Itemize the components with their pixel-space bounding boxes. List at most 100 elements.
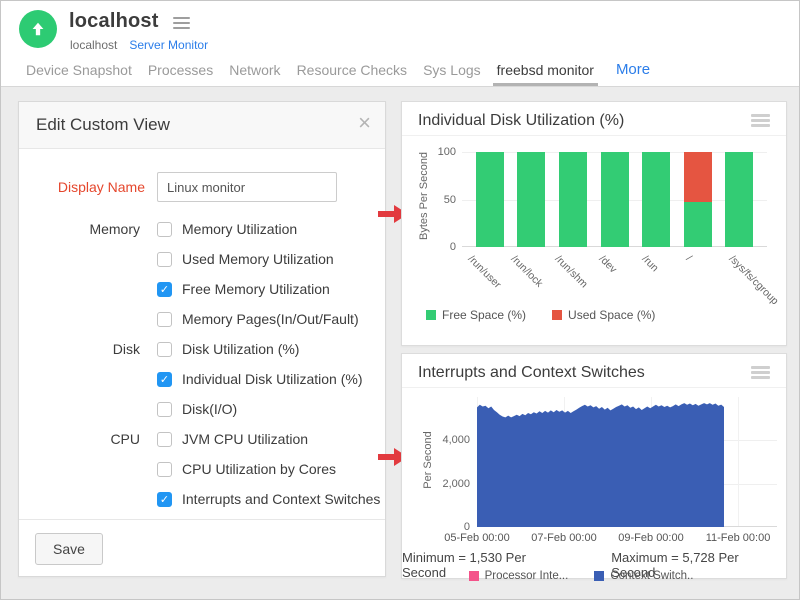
legend-item-processor-inte[interactable]: Processor Inte... <box>469 570 569 582</box>
option-row: ✓ Interrupts and Context Switches <box>19 484 385 514</box>
checkbox-jvm-cpu-utilization[interactable] <box>157 432 172 447</box>
disk-bar-plot <box>462 152 767 247</box>
checkbox-free-memory-utilization[interactable]: ✓ <box>157 282 172 297</box>
bar-run-lock[interactable] <box>517 152 545 247</box>
ytick-label: 100 <box>420 146 456 158</box>
option-label-disk-i-o: Disk(I/O) <box>182 401 237 417</box>
checkbox-interrupts-and-context-switches[interactable]: ✓ <box>157 492 172 507</box>
dialog-title: Edit Custom View <box>36 115 170 135</box>
breadcrumb-host: localhost <box>70 38 117 52</box>
free-space-segment <box>725 152 753 247</box>
free-space-segment <box>517 152 545 247</box>
monitor-status-badge <box>19 10 57 48</box>
option-row: DiskDisk Utilization (%) <box>19 334 385 364</box>
top-bar: localhost localhost Server Monitor Device… <box>1 1 799 87</box>
option-row: MemoryMemory Utilization <box>19 214 385 244</box>
breadcrumb-server-monitor-link[interactable]: Server Monitor <box>129 38 208 52</box>
display-name-input[interactable] <box>157 172 337 202</box>
xtick-label-11-feb-00-00: 11-Feb 00:00 <box>706 532 771 544</box>
disk-chart-title: Individual Disk Utilization (%) <box>418 112 624 130</box>
page-title: localhost <box>69 10 159 33</box>
legend-item-free-space[interactable]: Free Space (%) <box>426 308 526 322</box>
breadcrumb: localhost Server Monitor <box>70 38 208 52</box>
free-space-segment <box>601 152 629 247</box>
dialog-header: Edit Custom View × <box>19 102 385 149</box>
tab-processes[interactable]: Processes <box>140 56 221 86</box>
server-monitor-screen: localhost localhost Server Monitor Device… <box>0 0 800 600</box>
metric-option-groups: MemoryMemory Utilization Used Memory Util… <box>19 214 385 514</box>
legend-label: Context Switch.. <box>610 570 693 582</box>
xtick-label-05-feb-00-00: 05-Feb 00:00 <box>444 532 509 544</box>
xcat-label-run-user: /run/user <box>465 253 503 291</box>
option-label-interrupts-and-context-switches: Interrupts and Context Switches <box>182 491 380 507</box>
interrupts-chart-legend: Processor Inte... Context Switch.. <box>402 570 786 582</box>
tab-network[interactable]: Network <box>221 56 288 86</box>
group-label-cpu: CPU <box>19 431 157 447</box>
xcat-label-run-shm: /run/shm <box>552 253 589 290</box>
save-button[interactable]: Save <box>35 533 103 565</box>
chart-menu-icon[interactable] <box>751 366 770 381</box>
context-switches-area-series <box>477 397 777 527</box>
legend-item-context-switch[interactable]: Context Switch.. <box>594 570 693 582</box>
tab-more[interactable]: More <box>608 56 658 86</box>
legend-swatch <box>469 571 479 581</box>
legend-swatch <box>426 310 436 320</box>
close-icon[interactable]: × <box>358 112 371 134</box>
interrupts-area-plot <box>477 397 777 527</box>
checkbox-used-memory-utilization[interactable] <box>157 252 172 267</box>
interrupts-card-header: Interrupts and Context Switches <box>402 354 786 388</box>
option-row: ✓ Individual Disk Utilization (%) <box>19 364 385 394</box>
dialog-footer: Save <box>19 519 385 576</box>
free-space-segment <box>684 202 712 247</box>
tab-sys-logs[interactable]: Sys Logs <box>415 56 489 86</box>
free-space-segment <box>559 152 587 247</box>
legend-swatch <box>594 571 604 581</box>
display-name-row: Display Name <box>19 172 385 202</box>
edit-custom-view-dialog: Edit Custom View × Display Name MemoryMe… <box>18 101 386 577</box>
tab-freebsd-monitor[interactable]: freebsd monitor <box>489 56 602 86</box>
checkbox-memory-pages-in-out-fault[interactable] <box>157 312 172 327</box>
title-menu-icon[interactable] <box>173 17 190 32</box>
tab-resource-checks[interactable]: Resource Checks <box>289 56 416 86</box>
checkbox-individual-disk-utilization[interactable]: ✓ <box>157 372 172 387</box>
interrupts-card: Interrupts and Context Switches Per Seco… <box>401 353 787 579</box>
disk-card-header: Individual Disk Utilization (%) <box>402 102 786 136</box>
option-row: Used Memory Utilization <box>19 244 385 274</box>
option-row: Memory Pages(In/Out/Fault) <box>19 304 385 334</box>
legend-item-used-space[interactable]: Used Space (%) <box>552 308 655 322</box>
bar-[interactable] <box>684 152 712 247</box>
checkbox-memory-utilization[interactable] <box>157 222 172 237</box>
legend-label: Free Space (%) <box>442 308 526 322</box>
bar-sys-fs-cgroup[interactable] <box>725 152 753 247</box>
tab-bar: Device SnapshotProcessesNetworkResource … <box>18 56 658 86</box>
bar-series <box>462 152 767 247</box>
tab-device-snapshot[interactable]: Device Snapshot <box>18 56 140 86</box>
option-label-individual-disk-utilization: Individual Disk Utilization (%) <box>182 371 363 387</box>
bar-dev[interactable] <box>601 152 629 247</box>
legend-swatch <box>552 310 562 320</box>
xcat-label-dev: /dev <box>596 253 619 276</box>
free-space-segment <box>642 152 670 247</box>
ytick-label: 4,000 <box>434 434 470 446</box>
checkbox-disk-i-o[interactable] <box>157 402 172 417</box>
option-row: Disk(I/O) <box>19 394 385 424</box>
option-row: CPUJVM CPU Utilization <box>19 424 385 454</box>
option-label-free-memory-utilization: Free Memory Utilization <box>182 281 330 297</box>
option-row: ✓ Free Memory Utilization <box>19 274 385 304</box>
legend-label: Used Space (%) <box>568 308 655 322</box>
checkbox-disk-utilization[interactable] <box>157 342 172 357</box>
ytick-label: 0 <box>420 241 456 253</box>
checkbox-cpu-utilization-by-cores[interactable] <box>157 462 172 477</box>
bar-run[interactable] <box>642 152 670 247</box>
option-label-cpu-utilization-by-cores: CPU Utilization by Cores <box>182 461 336 477</box>
disk-chart-legend: Free Space (%) Used Space (%) <box>426 308 681 322</box>
bar-run-user[interactable] <box>476 152 504 247</box>
option-label-used-memory-utilization: Used Memory Utilization <box>182 251 334 267</box>
xcat-label-: / <box>683 253 694 264</box>
xtick-label-07-feb-00-00: 07-Feb 00:00 <box>531 532 596 544</box>
disk-utilization-card: Individual Disk Utilization (%) Bytes Pe… <box>401 101 787 346</box>
free-space-segment <box>476 152 504 247</box>
bar-run-shm[interactable] <box>559 152 587 247</box>
xtick-label-09-feb-00-00: 09-Feb 00:00 <box>618 532 683 544</box>
chart-menu-icon[interactable] <box>751 114 770 129</box>
